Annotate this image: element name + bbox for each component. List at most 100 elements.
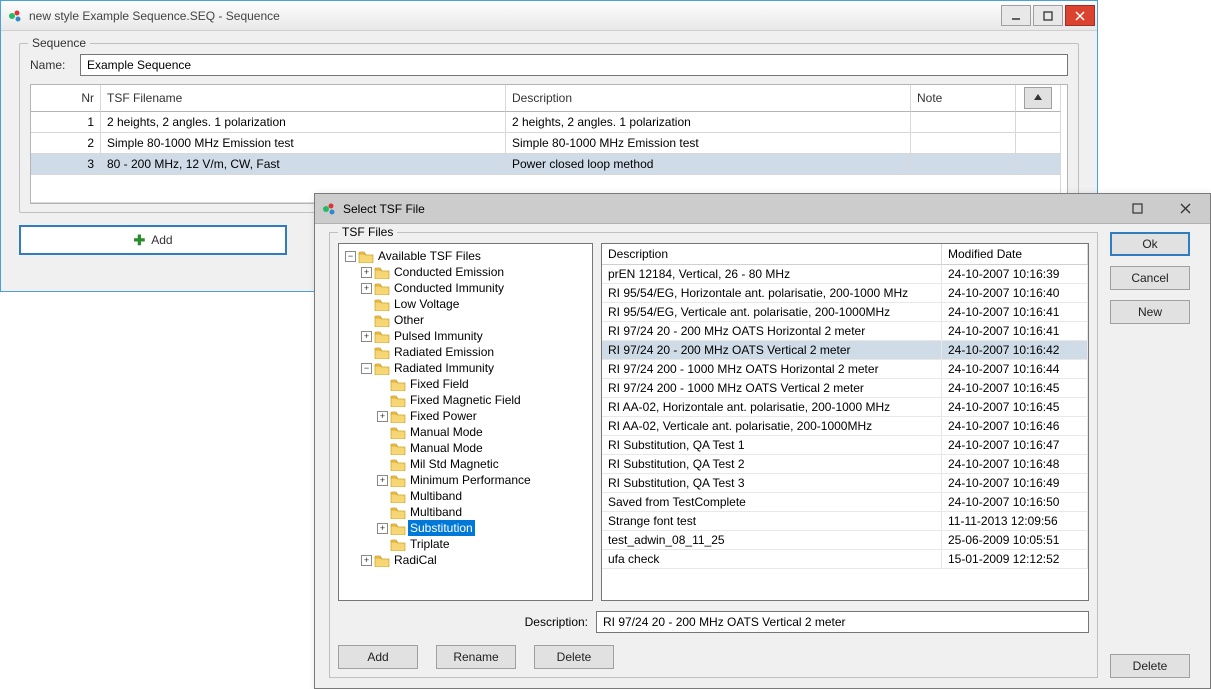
col-tsf[interactable]: TSF Filename: [101, 85, 506, 112]
expand-icon[interactable]: +: [377, 411, 388, 422]
expand-icon[interactable]: +: [361, 267, 372, 278]
close-button[interactable]: [1065, 5, 1095, 26]
table-cell-nr[interactable]: 2: [31, 133, 101, 154]
tree-item[interactable]: Fixed Magnetic Field: [375, 392, 590, 408]
tree-item[interactable]: +RadiCal: [359, 552, 590, 568]
expand-icon[interactable]: +: [377, 475, 388, 486]
move-up-button[interactable]: [1024, 87, 1052, 109]
file-row[interactable]: RI 97/24 200 - 1000 MHz OATS Vertical 2 …: [602, 379, 1088, 398]
tree-root[interactable]: −Available TSF Files: [343, 248, 590, 264]
dlg-delete-button[interactable]: Delete: [534, 645, 614, 669]
table-cell-tsf[interactable]: 2 heights, 2 angles. 1 polarization: [101, 112, 506, 133]
folder-icon: [374, 282, 390, 295]
dialog-titlebar[interactable]: Select TSF File: [315, 194, 1210, 224]
dialog-close-button[interactable]: [1162, 194, 1208, 224]
file-desc: RI 97/24 20 - 200 MHz OATS Horizontal 2 …: [602, 322, 942, 340]
tree-item[interactable]: +Minimum Performance: [375, 472, 590, 488]
tree-item[interactable]: Mil Std Magnetic: [375, 456, 590, 472]
file-row[interactable]: RI Substitution, QA Test 124-10-2007 10:…: [602, 436, 1088, 455]
tree-item[interactable]: Other: [359, 312, 590, 328]
name-input[interactable]: [80, 54, 1068, 76]
file-row[interactable]: prEN 12184, Vertical, 26 - 80 MHz24-10-2…: [602, 265, 1088, 284]
file-row[interactable]: RI AA-02, Horizontale ant. polarisatie, …: [602, 398, 1088, 417]
table-cell-tsf[interactable]: Simple 80-1000 MHz Emission test: [101, 133, 506, 154]
folder-icon: [374, 298, 390, 311]
tree-item[interactable]: Radiated Emission: [359, 344, 590, 360]
tree-item[interactable]: Manual Mode: [375, 440, 590, 456]
cancel-button[interactable]: Cancel: [1110, 266, 1190, 290]
file-desc: RI 97/24 200 - 1000 MHz OATS Horizontal …: [602, 360, 942, 378]
main-titlebar[interactable]: new style Example Sequence.SEQ - Sequenc…: [1, 1, 1097, 31]
file-desc: RI Substitution, QA Test 2: [602, 455, 942, 473]
right-delete-button[interactable]: Delete: [1110, 654, 1190, 678]
file-row[interactable]: RI 97/24 20 - 200 MHz OATS Vertical 2 me…: [602, 341, 1088, 360]
sequence-table[interactable]: Nr TSF Filename Description Note 12 heig…: [30, 84, 1068, 204]
collapse-icon[interactable]: −: [345, 251, 356, 262]
tree-item[interactable]: Manual Mode: [375, 424, 590, 440]
dlg-add-button[interactable]: Add: [338, 645, 418, 669]
app-icon: [321, 201, 337, 217]
file-desc: RI Substitution, QA Test 3: [602, 474, 942, 492]
tree-item[interactable]: Triplate: [375, 536, 590, 552]
table-cell-desc[interactable]: 2 heights, 2 angles. 1 polarization: [506, 112, 911, 133]
tree-item[interactable]: +Conducted Immunity: [359, 280, 590, 296]
tree-item[interactable]: Multiband: [375, 488, 590, 504]
dlg-rename-button[interactable]: Rename: [436, 645, 516, 669]
table-cell-nr[interactable]: 1: [31, 112, 101, 133]
col-description[interactable]: Description: [602, 244, 942, 264]
dialog-maximize-button[interactable]: [1114, 194, 1160, 224]
table-cell-note[interactable]: [911, 112, 1016, 133]
folder-icon: [390, 522, 406, 535]
table-cell-desc[interactable]: Simple 80-1000 MHz Emission test: [506, 133, 911, 154]
file-desc: test_adwin_08_11_25: [602, 531, 942, 549]
folder-icon: [390, 378, 406, 391]
file-list[interactable]: Description Modified Date prEN 12184, Ve…: [601, 243, 1089, 601]
file-row[interactable]: RI Substitution, QA Test 224-10-2007 10:…: [602, 455, 1088, 474]
expand-icon[interactable]: +: [361, 331, 372, 342]
table-cell-note[interactable]: [911, 154, 1016, 175]
tree-item[interactable]: Fixed Field: [375, 376, 590, 392]
file-row[interactable]: RI 97/24 200 - 1000 MHz OATS Horizontal …: [602, 360, 1088, 379]
expand-icon[interactable]: +: [361, 555, 372, 566]
tree-item[interactable]: +Fixed Power: [375, 408, 590, 424]
tree-item[interactable]: Multiband: [375, 504, 590, 520]
file-row[interactable]: RI 95/54/EG, Verticale ant. polarisatie,…: [602, 303, 1088, 322]
new-button[interactable]: New: [1110, 300, 1190, 324]
file-row[interactable]: Strange font test11-11-2013 12:09:56: [602, 512, 1088, 531]
tree-item[interactable]: +Conducted Emission: [359, 264, 590, 280]
col-desc[interactable]: Description: [506, 85, 911, 112]
add-button[interactable]: ✚ Add: [19, 225, 287, 255]
description-input[interactable]: [596, 611, 1089, 633]
table-cell-nr[interactable]: 3: [31, 154, 101, 175]
file-row[interactable]: RI 95/54/EG, Horizontale ant. polarisati…: [602, 284, 1088, 303]
file-row[interactable]: test_adwin_08_11_2525-06-2009 10:05:51: [602, 531, 1088, 550]
file-row[interactable]: RI AA-02, Verticale ant. polarisatie, 20…: [602, 417, 1088, 436]
table-cell-desc[interactable]: Power closed loop method: [506, 154, 911, 175]
expand-icon[interactable]: +: [377, 523, 388, 534]
col-note[interactable]: Note: [911, 85, 1016, 112]
col-nr[interactable]: Nr: [31, 85, 101, 112]
tree-view[interactable]: −Available TSF Files +Conducted Emission…: [338, 243, 593, 601]
file-date: 24-10-2007 10:16:45: [942, 379, 1088, 397]
expand-icon[interactable]: +: [361, 283, 372, 294]
tree-item[interactable]: +Pulsed Immunity: [359, 328, 590, 344]
table-cell-tsf[interactable]: 80 - 200 MHz, 12 V/m, CW, Fast: [101, 154, 506, 175]
tree-item[interactable]: Low Voltage: [359, 296, 590, 312]
minimize-button[interactable]: [1001, 5, 1031, 26]
ok-button[interactable]: Ok: [1110, 232, 1190, 256]
tree-item-selected[interactable]: +Substitution: [375, 520, 590, 536]
table-cell-note[interactable]: [911, 133, 1016, 154]
tsf-legend: TSF Files: [338, 225, 397, 239]
tree-item[interactable]: −Radiated Immunity: [359, 360, 590, 376]
collapse-icon[interactable]: −: [361, 363, 372, 374]
file-desc: RI 97/24 200 - 1000 MHz OATS Vertical 2 …: [602, 379, 942, 397]
file-row[interactable]: RI 97/24 20 - 200 MHz OATS Horizontal 2 …: [602, 322, 1088, 341]
file-row[interactable]: RI Substitution, QA Test 324-10-2007 10:…: [602, 474, 1088, 493]
file-desc: prEN 12184, Vertical, 26 - 80 MHz: [602, 265, 942, 283]
file-date: 15-01-2009 12:12:52: [942, 550, 1088, 568]
file-desc: RI Substitution, QA Test 1: [602, 436, 942, 454]
maximize-button[interactable]: [1033, 5, 1063, 26]
col-modified-date[interactable]: Modified Date: [942, 244, 1088, 264]
file-row[interactable]: ufa check15-01-2009 12:12:52: [602, 550, 1088, 569]
file-row[interactable]: Saved from TestComplete24-10-2007 10:16:…: [602, 493, 1088, 512]
